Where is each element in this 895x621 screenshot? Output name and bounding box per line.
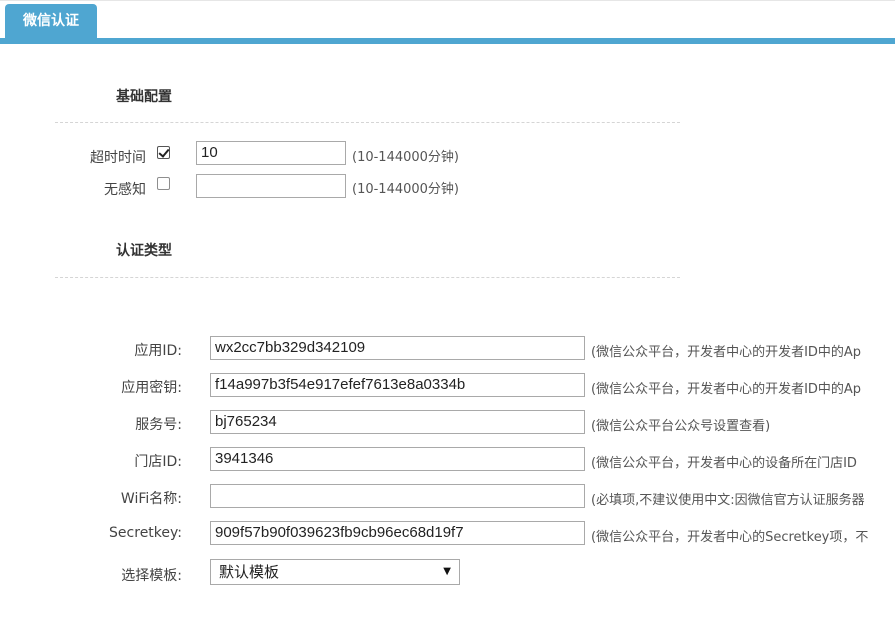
service-no-label: 服务号:: [135, 417, 182, 433]
shop-id-input[interactable]: 3941346: [210, 447, 585, 471]
template-select-value: 默认模板: [219, 563, 280, 581]
app-secret-label: 应用密钥:: [121, 380, 182, 396]
wifi-name-input[interactable]: [210, 484, 585, 508]
template-select[interactable]: 默认模板 ▼: [210, 559, 460, 585]
seamless-checkbox[interactable]: [157, 177, 170, 190]
tab-bar-top-line: [0, 0, 895, 1]
seamless-input[interactable]: [196, 174, 346, 198]
app-secret-input[interactable]: f14a997b3f54e917efef7613e8a0334b: [210, 373, 585, 397]
section-divider-auth-type: [55, 277, 680, 278]
timeout-hint: (10-144000分钟): [352, 150, 460, 165]
app-secret-hint: (微信公众平台，开发者中心的开发者ID中的Ap: [591, 382, 862, 397]
wifi-name-hint: (必填项,不建议使用中文:因微信官方认证服务器: [591, 493, 865, 508]
secretkey-label: Secretkey:: [109, 525, 182, 541]
chevron-down-icon[interactable]: ▼: [443, 560, 451, 584]
section-title-auth-type: 认证类型: [116, 243, 172, 259]
shop-id-hint: (微信公众平台，开发者中心的设备所在门店ID: [591, 456, 857, 471]
section-divider-basic: [55, 122, 680, 123]
wifi-name-label: WiFi名称:: [120, 491, 182, 507]
service-no-input[interactable]: bj765234: [210, 410, 585, 434]
app-id-input[interactable]: wx2cc7bb329d342109: [210, 336, 585, 360]
timeout-label: 超时时间: [90, 150, 146, 166]
shop-id-label: 门店ID:: [134, 454, 182, 470]
seamless-hint: (10-144000分钟): [352, 182, 460, 197]
secretkey-input[interactable]: 909f57b90f039623fb9cb96ec68d19f7: [210, 521, 585, 545]
template-label: 选择模板:: [121, 568, 182, 584]
tab-wechat-auth[interactable]: 微信认证: [5, 4, 97, 39]
seamless-label: 无感知: [104, 182, 146, 198]
wechat-auth-page: 微信认证 基础配置 超时时间 10 (10-144000分钟) 无感知 (10-…: [0, 0, 895, 621]
app-id-hint: (微信公众平台，开发者中心的开发者ID中的Ap: [591, 345, 862, 360]
timeout-input[interactable]: 10: [196, 141, 346, 165]
app-id-label: 应用ID:: [134, 343, 182, 359]
secretkey-hint: (微信公众平台，开发者中心的Secretkey项，不: [591, 530, 869, 545]
tab-bar-underline: [0, 38, 895, 44]
timeout-checkbox[interactable]: [157, 146, 170, 159]
service-no-hint: (微信公众平台公众号设置查看): [591, 419, 771, 434]
tab-bar: 微信认证: [0, 0, 895, 44]
section-title-basic: 基础配置: [116, 89, 172, 105]
